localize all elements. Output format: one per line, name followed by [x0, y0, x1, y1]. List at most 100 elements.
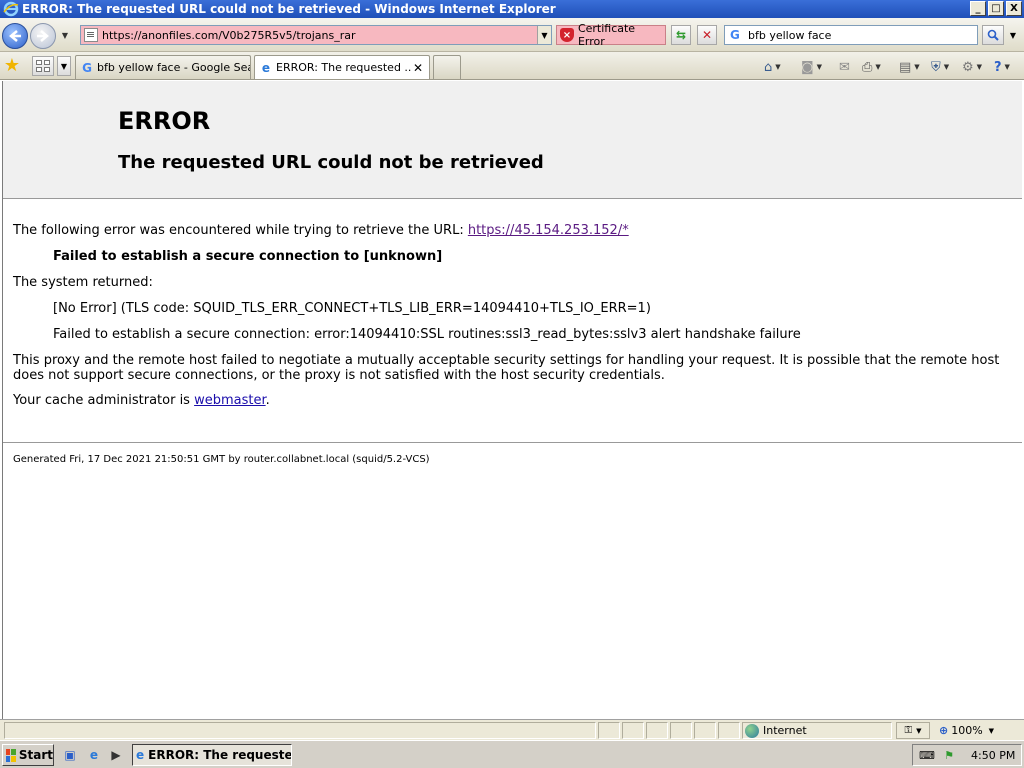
status-cell [622, 722, 644, 739]
media-player-icon[interactable]: ▶ [108, 747, 124, 763]
error-intro-text: The following error was encountered whil… [13, 223, 468, 238]
ssl-error-message: Failed to establish a secure connection:… [53, 327, 801, 342]
search-box[interactable]: G bfb yellow face [724, 25, 978, 45]
status-cell [598, 722, 620, 739]
stop-button[interactable]: ✕ [697, 25, 717, 45]
status-cell [670, 722, 692, 739]
forward-button[interactable] [30, 23, 56, 49]
error-header: ERROR The requested URL could not be ret… [3, 81, 1022, 199]
system-tray: ⌨ ⚑ 4:50 PM [912, 744, 1022, 766]
webmaster-link[interactable]: webmaster [194, 393, 266, 408]
feeds-button[interactable]: ◙ ▼ [801, 57, 822, 77]
zoom-control[interactable]: ⊕ 100% ▼ [935, 722, 1009, 739]
minimize-button[interactable]: _ [970, 1, 986, 16]
tab-google-search[interactable]: G bfb yellow face - Google Sea... [75, 55, 251, 79]
certificate-error-button[interactable]: × Certificate Error [556, 22, 666, 48]
status-bar: Internet ⚿ ▼ ⊕ 100% ▼ [0, 719, 1024, 740]
tools-menu-button[interactable]: ⚙ ▼ [962, 57, 982, 77]
help-button[interactable]: ? ▼ [994, 57, 1010, 77]
refresh-button[interactable]: ⇆ [671, 25, 691, 45]
tab-error-page[interactable]: e ERROR: The requested ... ✕ [254, 55, 430, 79]
zone-label: Internet [763, 724, 807, 737]
mail-icon: ✉ [839, 59, 850, 75]
tab-list-dropdown[interactable]: ▼ [57, 56, 71, 76]
page-icon: ▤ [899, 59, 912, 75]
keyboard-icon[interactable]: ⌨ [919, 748, 935, 762]
home-button[interactable]: ⌂ ▼ [764, 57, 781, 77]
zoom-magnifier-icon: ⊕ [939, 724, 949, 737]
globe-icon [745, 723, 759, 738]
tab-close-icon[interactable]: ✕ [411, 61, 425, 75]
protected-mode-button[interactable]: ⚿ ▼ [896, 722, 930, 739]
search-button[interactable] [982, 25, 1004, 45]
address-dropdown-button[interactable]: ▼ [537, 26, 551, 44]
print-button[interactable]: ⎙ ▼ [862, 57, 881, 77]
address-url[interactable]: https://anonfiles.com/V0b275R5v5/trojans… [102, 29, 537, 42]
tls-code-message: [No Error] (TLS code: SQUID_TLS_ERR_CONN… [53, 301, 651, 316]
zoom-dropdown-icon[interactable]: ▼ [989, 727, 994, 735]
gear-icon: ⚙ [962, 59, 974, 75]
taskbar-button-ie[interactable]: e ERROR: The requeste... [132, 744, 292, 766]
zoom-level: 100% [951, 724, 983, 737]
page-content: ERROR The requested URL could not be ret… [2, 81, 1022, 719]
start-button[interactable]: Start [2, 744, 54, 766]
printer-icon: ⎙ [862, 59, 873, 75]
address-bar[interactable]: https://anonfiles.com/V0b275R5v5/trojans… [80, 25, 552, 45]
page-menu-button[interactable]: ▤ ▼ [899, 57, 920, 77]
ie-quicklaunch-icon[interactable]: e [86, 747, 102, 763]
error-subheading: The requested URL could not be retrieved [118, 152, 544, 173]
tab-bar: ★ ▼ G bfb yellow face - Google Sea... e … [0, 52, 1024, 80]
network-icon[interactable]: ⚑ [941, 748, 957, 762]
admin-suffix: . [265, 393, 270, 408]
maximize-button[interactable]: □ [988, 1, 1004, 16]
shield-error-icon: × [560, 28, 574, 42]
recent-pages-dropdown[interactable]: ▼ [59, 31, 71, 41]
read-mail-button[interactable]: ✉ [839, 57, 850, 77]
requested-url-link[interactable]: https://45.154.253.152/* [468, 223, 629, 238]
lock-icon: ⚿ [904, 725, 913, 736]
close-button[interactable]: X [1006, 1, 1022, 16]
safety-menu-button[interactable]: ⛨ ▼ [931, 57, 949, 77]
status-text-cell [4, 722, 596, 739]
status-cell [718, 722, 740, 739]
google-g-icon: G [730, 28, 740, 42]
window-title: ERROR: The requested URL could not be re… [22, 2, 556, 16]
taskbar-button-label: ERROR: The requeste... [148, 748, 292, 762]
footer-divider [3, 442, 1022, 443]
show-desktop-icon[interactable]: ▣ [62, 747, 78, 763]
ie-page-icon: e [261, 60, 271, 75]
failure-message: Failed to establish a secure connection … [53, 249, 443, 264]
help-icon: ? [994, 59, 1002, 75]
new-tab-button[interactable] [433, 55, 461, 79]
back-arrow-icon [9, 30, 21, 42]
search-icon [987, 29, 999, 41]
admin-line: Your cache administrator is webmaster. [13, 393, 270, 408]
rss-feed-icon: ◙ [801, 59, 814, 75]
quick-tabs-button[interactable] [32, 56, 54, 76]
stop-icon: ✕ [701, 28, 713, 42]
title-bar[interactable]: ERROR: The requested URL could not be re… [0, 0, 1024, 18]
generated-footer: Generated Fri, 17 Dec 2021 21:50:51 GMT … [13, 454, 430, 465]
tab-label: bfb yellow face - Google Sea... [97, 61, 250, 74]
error-explanation: This proxy and the remote host failed to… [13, 353, 1000, 383]
tab-label: ERROR: The requested ... [276, 61, 411, 74]
status-cell [694, 722, 716, 739]
ie-window: ERROR: The requested URL could not be re… [0, 0, 1024, 740]
favorites-star-icon[interactable]: ★ [2, 56, 22, 76]
navigation-bar: ▼ https://anonfiles.com/V0b275R5v5/troja… [0, 18, 1024, 52]
ie-page-icon: e [136, 748, 145, 762]
status-cell [646, 722, 668, 739]
home-icon: ⌂ [764, 59, 773, 75]
page-icon [84, 28, 98, 42]
search-input[interactable]: bfb yellow face [748, 29, 831, 42]
system-returned-label: The system returned: [13, 275, 153, 290]
windows-flag-icon [6, 748, 16, 762]
search-options-dropdown[interactable]: ▼ [1006, 25, 1020, 45]
forward-arrow-icon [37, 30, 49, 42]
google-g-icon: G [82, 60, 92, 75]
refresh-icon: ⇆ [675, 28, 687, 42]
back-button[interactable] [2, 23, 28, 49]
start-label: Start [18, 748, 53, 762]
clock[interactable]: 4:50 PM [971, 749, 1015, 762]
security-zone[interactable]: Internet [742, 722, 892, 739]
